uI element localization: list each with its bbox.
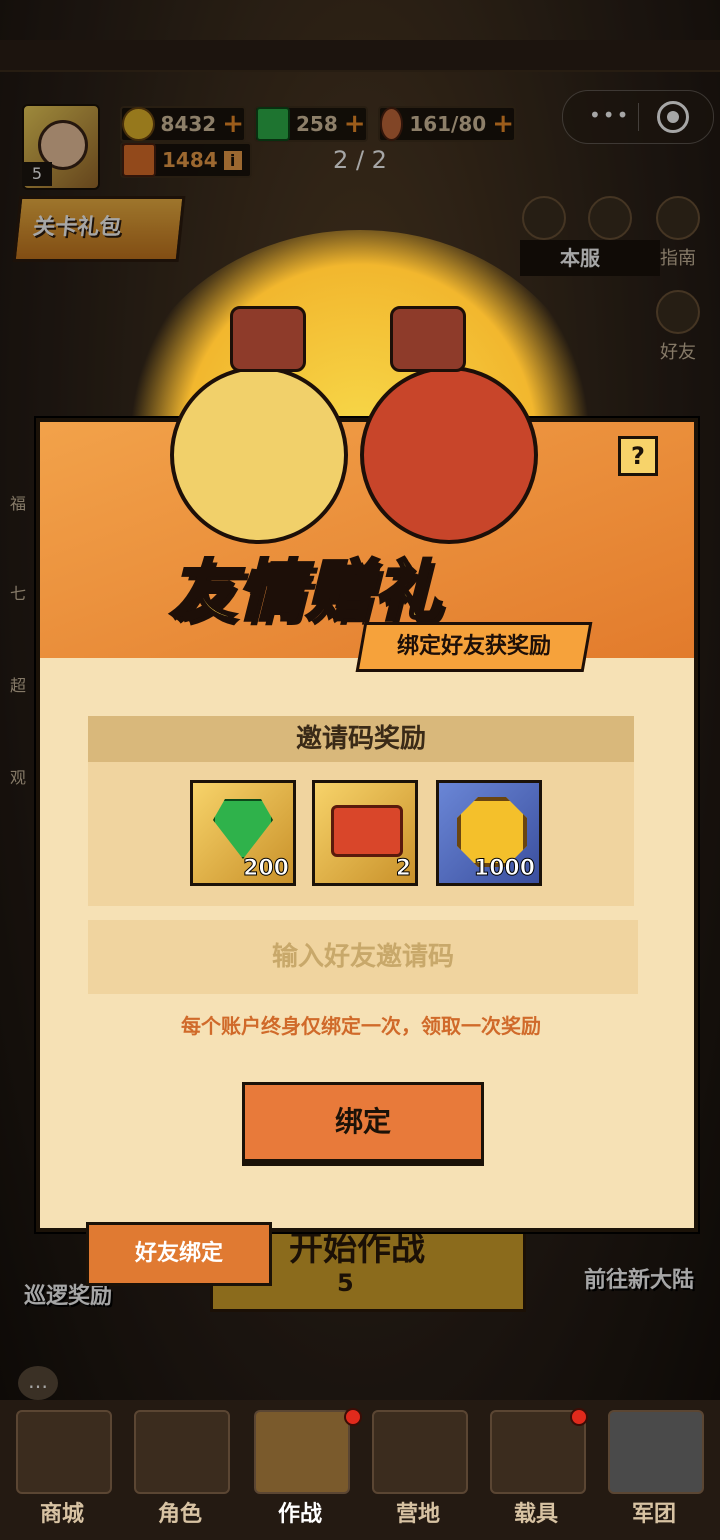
reward-qty: 200 — [243, 856, 290, 882]
modal-title: 友情赠礼 — [169, 552, 442, 632]
reward-qty: 2 — [395, 856, 411, 882]
ticket-icon — [331, 805, 403, 857]
nav-label: 角色 — [157, 1502, 202, 1527]
nav-shop[interactable]: 商城 — [6, 1410, 118, 1528]
left-fist — [230, 306, 306, 372]
nav-label: 载具 — [513, 1502, 558, 1527]
nav-legion[interactable]: 军团 — [598, 1410, 710, 1528]
blond-hero-head — [170, 366, 348, 544]
reward-qty: 1000 — [473, 856, 535, 882]
nav-vehicle[interactable]: 载具 — [480, 1410, 592, 1528]
reward-item-coin[interactable]: 1000 — [436, 780, 542, 886]
modal-subtitle: 绑定好友获奖励 — [355, 622, 593, 672]
weapon-icon — [254, 1410, 350, 1494]
nav-character[interactable]: 角色 — [124, 1410, 236, 1528]
redhead-hero-head — [360, 366, 538, 544]
lock-icon — [608, 1410, 704, 1494]
character-icon — [134, 1410, 230, 1494]
gem-icon — [213, 799, 273, 859]
nav-label: 营地 — [395, 1502, 440, 1527]
friend-bind-tab[interactable]: 好友绑定 — [86, 1222, 272, 1286]
reward-item-ticket[interactable]: 2 — [312, 780, 418, 886]
bind-button[interactable]: 绑定 — [242, 1082, 484, 1162]
right-fist — [390, 306, 466, 372]
reward-item-gem[interactable]: 200 — [190, 780, 296, 886]
modal-subtitle-text: 绑定好友获奖励 — [396, 634, 551, 659]
nav-battle[interactable]: 作战 — [244, 1410, 356, 1528]
bind-notice: 每个账户终身仅绑定一次，领取一次奖励 — [181, 1014, 541, 1038]
nav-label: 军团 — [631, 1502, 676, 1527]
nav-camp[interactable]: 营地 — [362, 1410, 474, 1528]
nav-label: 商城 — [39, 1502, 84, 1527]
reward-header: 邀请码奖励 — [88, 716, 634, 762]
notification-dot — [344, 1408, 362, 1426]
invite-code-input[interactable] — [88, 920, 638, 994]
nav-label: 作战 — [277, 1502, 322, 1527]
notification-dot — [570, 1408, 588, 1426]
cart-icon — [16, 1410, 112, 1494]
tent-icon — [372, 1410, 468, 1494]
